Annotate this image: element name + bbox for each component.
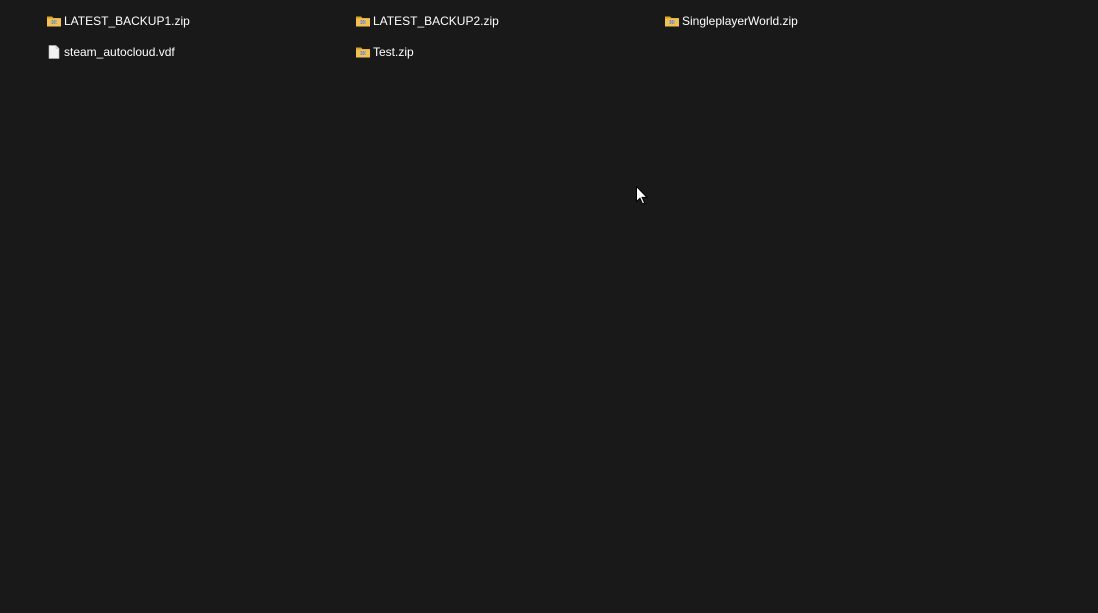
file-item-steam-autocloud[interactable]: steam_autocloud.vdf	[46, 42, 355, 62]
document-icon	[46, 44, 62, 60]
file-item-latest-backup2[interactable]: LATEST_BACKUP2.zip	[355, 11, 664, 31]
file-grid: LATEST_BACKUP1.zip LATEST_BACKUP2.zip Si…	[46, 11, 973, 73]
file-name-label: LATEST_BACKUP2.zip	[373, 14, 499, 28]
zip-folder-icon	[355, 13, 371, 29]
file-name-label: Test.zip	[373, 45, 414, 59]
file-item-singleplayerworld[interactable]: SingleplayerWorld.zip	[664, 11, 973, 31]
zip-folder-icon	[664, 13, 680, 29]
file-name-label: steam_autocloud.vdf	[64, 45, 175, 59]
file-name-label: SingleplayerWorld.zip	[682, 14, 798, 28]
file-name-label: LATEST_BACKUP1.zip	[64, 14, 190, 28]
file-item-test[interactable]: Test.zip	[355, 42, 664, 62]
zip-folder-icon	[46, 13, 62, 29]
zip-folder-icon	[355, 44, 371, 60]
file-list-pane[interactable]: LATEST_BACKUP1.zip LATEST_BACKUP2.zip Si…	[0, 0, 1098, 613]
file-item-latest-backup1[interactable]: LATEST_BACKUP1.zip	[46, 11, 355, 31]
